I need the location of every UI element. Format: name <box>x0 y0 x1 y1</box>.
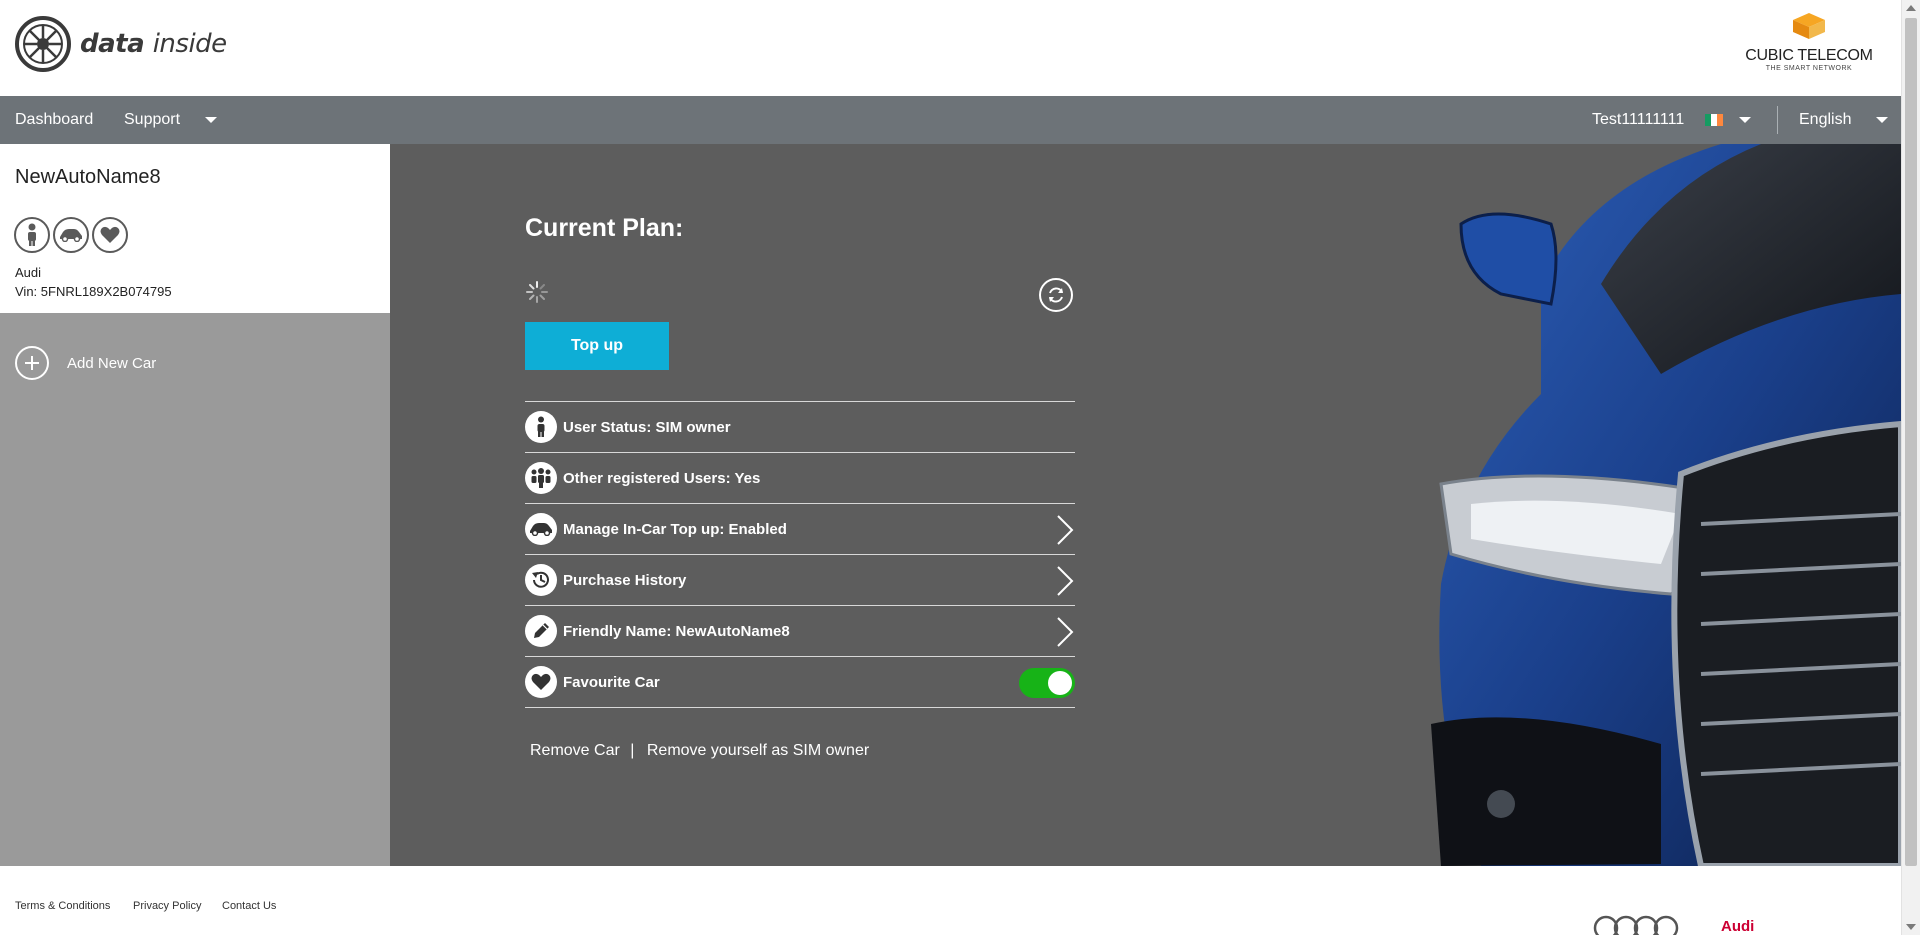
chevron-right-icon <box>1057 515 1074 545</box>
favourite-car-label: Favourite Car <box>563 673 660 691</box>
toggle-knob <box>1048 671 1072 695</box>
ireland-flag-icon <box>1704 113 1723 126</box>
purchase-history-row[interactable]: Purchase History <box>525 555 1075 606</box>
audi-rings-logo <box>1593 915 1679 935</box>
cubic-telecom-logo: CUBIC TELECOM THE SMART NETWORK <box>1739 12 1879 72</box>
group-icon <box>525 462 557 494</box>
privacy-link[interactable]: Privacy Policy <box>133 900 201 912</box>
chevron-right-icon <box>1057 617 1074 647</box>
header: data inside CUBIC TELECOM THE SMART NETW… <box>0 0 1901 96</box>
purchase-history-label: Purchase History <box>563 571 687 589</box>
audi-brand-text: Audi <box>1721 918 1755 935</box>
plus-icon <box>15 346 49 380</box>
other-users-row: Other registered Users: Yes <box>525 453 1075 504</box>
terms-link[interactable]: Terms & Conditions <box>15 900 110 912</box>
chevron-right-icon <box>1057 566 1074 596</box>
wheel-logo-icon <box>15 16 71 72</box>
top-nav: Dashboard Support Test11111111 English <box>0 96 1901 144</box>
logo-text-bold: data <box>80 29 145 59</box>
car-name: NewAutoName8 <box>15 166 161 188</box>
partner-name: CUBIC TELECOM <box>1745 47 1873 64</box>
pencil-icon <box>525 615 557 647</box>
scroll-down-icon[interactable] <box>1906 924 1916 930</box>
car-settings-list: User Status: SIM owner Other registered … <box>525 401 1075 708</box>
audi-car-image <box>1431 144 1901 866</box>
loading-spinner-icon <box>526 281 548 303</box>
manage-topup-row[interactable]: Manage In-Car Top up: Enabled <box>525 504 1075 555</box>
partner-tagline: THE SMART NETWORK <box>1765 65 1853 72</box>
car-status-icons <box>14 217 128 253</box>
nav-dashboard[interactable]: Dashboard <box>15 96 93 144</box>
cube-icon <box>1793 13 1825 39</box>
car-vin: Vin: 5FNRL189X2B074795 <box>15 284 172 299</box>
nav-language-label: English <box>1799 111 1852 128</box>
add-new-car-label: Add New Car <box>67 354 157 372</box>
main-panel: Current Plan: Top up User Status: SIM ow… <box>390 144 1901 866</box>
other-users-label: Other registered Users: Yes <box>563 469 761 487</box>
scrollbar-thumb[interactable] <box>1905 18 1917 866</box>
person-icon <box>525 411 557 443</box>
refresh-button[interactable] <box>1039 278 1073 312</box>
friendly-name-label: Friendly Name: NewAutoName8 <box>563 622 790 640</box>
nav-user-label: Test11111111 <box>1592 111 1685 128</box>
footer: Terms & Conditions Privacy Policy Contac… <box>0 866 1901 935</box>
chevron-down-icon <box>204 116 217 123</box>
refresh-icon <box>1049 287 1063 303</box>
data-inside-logo[interactable]: data inside <box>14 15 227 73</box>
add-new-car-button[interactable]: Add New Car <box>15 346 156 380</box>
scroll-up-icon[interactable] <box>1906 5 1916 11</box>
nav-support[interactable]: Support <box>124 96 217 144</box>
user-status-label: User Status: SIM owner <box>563 418 731 436</box>
page-scrollbar[interactable] <box>1901 0 1920 935</box>
heart-icon <box>92 217 128 253</box>
heart-icon <box>525 666 557 698</box>
remove-car-link[interactable]: Remove Car <box>530 742 620 759</box>
logo-text: data inside <box>80 29 227 59</box>
friendly-name-row[interactable]: Friendly Name: NewAutoName8 <box>525 606 1075 657</box>
favourite-car-toggle[interactable] <box>1019 668 1075 698</box>
user-status-row: User Status: SIM owner <box>525 402 1075 453</box>
contact-link[interactable]: Contact Us <box>222 900 276 912</box>
page: data inside CUBIC TELECOM THE SMART NETW… <box>0 0 1920 935</box>
car-card-selected[interactable]: NewAutoName8 Audi Vin: 5FNRL189X2B074795 <box>0 144 410 313</box>
chevron-down-icon <box>1739 116 1752 123</box>
top-up-button[interactable]: Top up <box>525 322 669 370</box>
nav-support-label: Support <box>124 111 181 128</box>
car-icon <box>525 513 557 545</box>
sidebar: NewAutoName8 Audi Vin: 5FNRL189X2B074795… <box>0 144 410 866</box>
car-icon <box>53 217 89 253</box>
car-make: Audi <box>15 265 42 280</box>
nav-divider <box>1777 106 1778 134</box>
remove-sim-owner-link[interactable]: Remove yourself as SIM owner <box>647 742 869 759</box>
remove-links: Remove Car | Remove yourself as SIM owne… <box>530 742 869 760</box>
current-plan-title: Current Plan: <box>525 214 684 242</box>
nav-language[interactable]: English <box>1799 96 1888 144</box>
nav-user-menu[interactable]: Test11111111 <box>1592 96 1752 144</box>
favourite-car-row: Favourite Car <box>525 657 1075 708</box>
logo-text-rest: inside <box>152 29 227 59</box>
person-icon <box>14 217 50 253</box>
manage-topup-label: Manage In-Car Top up: Enabled <box>563 520 787 538</box>
chevron-down-icon <box>1875 116 1888 123</box>
history-icon <box>525 564 557 596</box>
link-separator: | <box>630 742 635 759</box>
